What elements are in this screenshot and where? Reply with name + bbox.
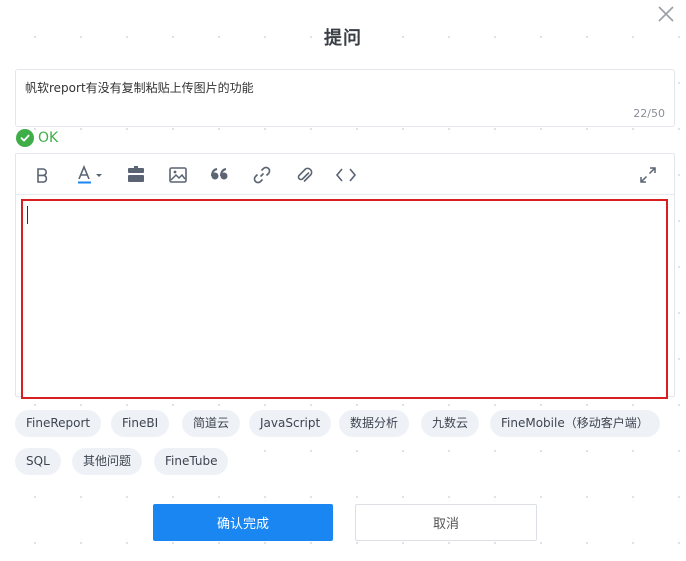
character-counter: 22/50 bbox=[633, 107, 665, 120]
tag-jiushuyun[interactable]: 九数云 bbox=[421, 410, 480, 437]
editor-content-area[interactable] bbox=[21, 199, 668, 399]
validation-status: OK bbox=[16, 129, 58, 147]
check-circle-icon bbox=[16, 129, 34, 147]
quote-icon[interactable] bbox=[209, 164, 231, 186]
tag-javascript[interactable]: JavaScript bbox=[249, 410, 332, 437]
question-title-value[interactable]: 帆软report有没有复制粘贴上传图片的功能 bbox=[25, 79, 254, 96]
dialog-title: 提问 bbox=[324, 28, 362, 49]
cancel-button[interactable]: 取消 bbox=[355, 504, 537, 541]
close-icon[interactable] bbox=[656, 4, 676, 24]
tag-finemobile[interactable]: FineMobile（移动客户端） bbox=[490, 410, 660, 437]
tag-sql[interactable]: SQL bbox=[15, 448, 61, 475]
image-icon[interactable] bbox=[167, 164, 189, 186]
fullscreen-icon[interactable] bbox=[637, 164, 659, 186]
code-icon[interactable] bbox=[335, 164, 357, 186]
font-color-icon[interactable] bbox=[76, 164, 106, 186]
tag-finebi[interactable]: FineBI bbox=[111, 410, 170, 437]
tag-jiandaoyun[interactable]: 简道云 bbox=[182, 410, 241, 437]
bold-icon[interactable] bbox=[31, 164, 53, 186]
question-title-field[interactable]: 帆软report有没有复制粘贴上传图片的功能 22/50 bbox=[15, 69, 675, 127]
tag-data-analysis[interactable]: 数据分析 bbox=[339, 410, 410, 437]
editor-toolbar bbox=[16, 154, 674, 195]
tag-other-questions[interactable]: 其他问题 bbox=[72, 448, 143, 475]
attachment-icon[interactable] bbox=[293, 164, 315, 186]
confirm-button[interactable]: 确认完成 bbox=[153, 504, 333, 541]
tag-finetube[interactable]: FineTube bbox=[154, 448, 229, 475]
text-caret bbox=[27, 206, 28, 224]
tag-finereport[interactable]: FineReport bbox=[15, 410, 102, 437]
divider-icon[interactable] bbox=[125, 164, 147, 186]
link-icon[interactable] bbox=[251, 164, 273, 186]
validation-text: OK bbox=[38, 130, 59, 146]
rich-text-editor bbox=[15, 153, 675, 399]
